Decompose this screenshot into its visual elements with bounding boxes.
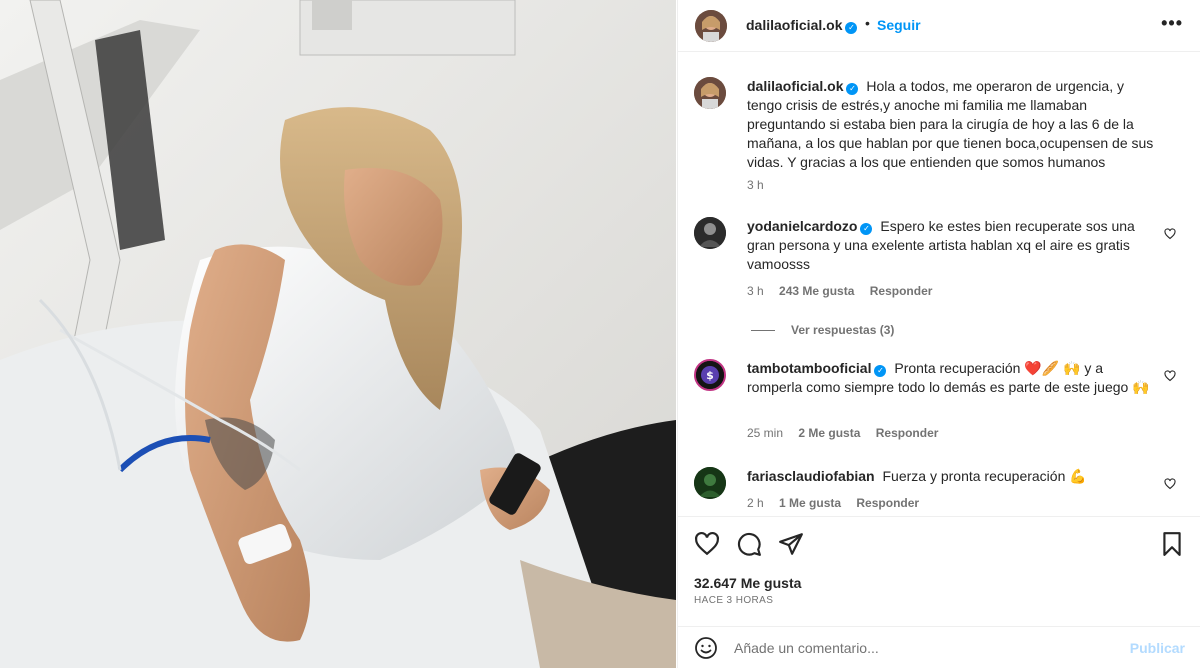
commenter-avatar[interactable]: $: [694, 359, 726, 391]
smiley-icon[interactable]: [694, 636, 718, 660]
comment-time: 2 h: [747, 496, 764, 510]
reply-button[interactable]: Responder: [870, 284, 933, 298]
bookmark-icon[interactable]: [1159, 531, 1185, 557]
comment-username-text: fariasclaudiofabian: [747, 468, 875, 484]
comment-heart-icon[interactable]: [1164, 228, 1176, 240]
author-username-text: dalilaoficial.ok: [746, 17, 843, 33]
view-replies-label: Ver respuestas (3): [791, 323, 895, 337]
heart-icon[interactable]: [694, 531, 720, 557]
comment-composer: Publicar: [678, 626, 1200, 668]
verified-badge-icon: ✓: [846, 83, 859, 95]
comment-heart-icon[interactable]: [1164, 370, 1176, 382]
post-photo: [0, 0, 676, 668]
comment-username-text: tambotambooficial: [747, 360, 872, 376]
comment-meta: 25 min 2 Me gusta Responder: [747, 426, 950, 440]
caption-time: 3 h: [747, 178, 764, 192]
comment-item: $ tambotambooficial ✓ Pronta recuperación…: [694, 359, 1184, 449]
replies-divider: [751, 330, 775, 332]
comment-likes[interactable]: 1 Me gusta: [779, 496, 841, 510]
comment-username[interactable]: tambotambooficial ✓: [747, 360, 887, 377]
author-avatar[interactable]: [694, 77, 726, 109]
view-replies-button[interactable]: Ver respuestas (3): [751, 323, 894, 337]
caption: dalilaoficial.ok ✓ Hola a todos, me opera…: [694, 77, 1184, 197]
avatar-image: [694, 467, 726, 499]
comment-likes[interactable]: 243 Me gusta: [779, 284, 854, 298]
avatar-image: [695, 10, 727, 42]
comment-username[interactable]: yodanielcardozo ✓: [747, 218, 873, 235]
verified-badge-icon: ✓: [845, 22, 858, 34]
comment-text: Fuerza y pronta recuperación 💪: [882, 468, 1087, 484]
paper-plane-icon[interactable]: [778, 531, 804, 557]
comment-meta: 3 h 243 Me gusta Responder: [747, 284, 944, 298]
commenter-avatar[interactable]: [694, 217, 726, 249]
comment-time: 3 h: [747, 284, 764, 298]
avatar-image: $: [696, 361, 724, 389]
comment-item: yodanielcardozo ✓ Espero ke estes bien re…: [694, 217, 1184, 307]
comment-username[interactable]: fariasclaudiofabian: [747, 468, 875, 484]
verified-badge-icon: ✓: [860, 223, 873, 235]
caption-meta: 3 h: [747, 178, 776, 192]
comment-icon[interactable]: [736, 531, 762, 557]
avatar-image: [694, 77, 726, 109]
comment-input[interactable]: [734, 635, 1114, 661]
hospital-photo: [0, 0, 676, 668]
comment-text-block: fariasclaudiofabian Fuerza y pronta recu…: [747, 467, 1157, 486]
author-username[interactable]: dalilaoficial.ok ✓: [746, 17, 858, 34]
verified-badge-icon: ✓: [874, 365, 887, 377]
caption-text-block: dalilaoficial.ok ✓ Hola a todos, me opera…: [747, 77, 1157, 172]
caption-username[interactable]: dalilaoficial.ok ✓: [747, 78, 859, 95]
comment-username-text: yodanielcardozo: [747, 218, 858, 234]
comment-text-block: tambotambooficial ✓ Pronta recuperación ❤…: [747, 359, 1157, 397]
commenter-avatar[interactable]: [694, 467, 726, 499]
publish-button[interactable]: Publicar: [1130, 640, 1185, 656]
svg-text:$: $: [706, 369, 714, 382]
more-options-icon[interactable]: •••: [1161, 13, 1183, 34]
header-separator: •: [865, 15, 870, 31]
comment-time: 25 min: [747, 426, 784, 440]
caption-username-text: dalilaoficial.ok: [747, 78, 844, 94]
post-actions: 32.647 Me gusta HACE 3 HORAS: [678, 516, 1200, 626]
post-timestamp: HACE 3 HORAS: [694, 595, 774, 606]
post-details-panel: dalilaoficial.ok ✓ • Seguir ••• dalilaofi…: [677, 0, 1200, 668]
comment-heart-icon[interactable]: [1164, 478, 1176, 490]
reply-button[interactable]: Responder: [876, 426, 939, 440]
comment-text-block: yodanielcardozo ✓ Espero ke estes bien re…: [747, 217, 1157, 274]
comment-item: fariasclaudiofabian Fuerza y pronta recu…: [694, 467, 1184, 515]
reply-button[interactable]: Responder: [856, 496, 919, 510]
post-header: dalilaoficial.ok ✓ • Seguir •••: [678, 0, 1200, 52]
avatar-image: [694, 217, 726, 249]
comment-likes[interactable]: 2 Me gusta: [798, 426, 860, 440]
comments-list[interactable]: dalilaoficial.ok ✓ Hola a todos, me opera…: [678, 53, 1200, 515]
comment-meta: 2 h 1 Me gusta Responder: [747, 496, 931, 510]
author-avatar[interactable]: [695, 10, 727, 42]
likes-count[interactable]: 32.647 Me gusta: [694, 575, 801, 591]
follow-button[interactable]: Seguir: [877, 17, 921, 33]
